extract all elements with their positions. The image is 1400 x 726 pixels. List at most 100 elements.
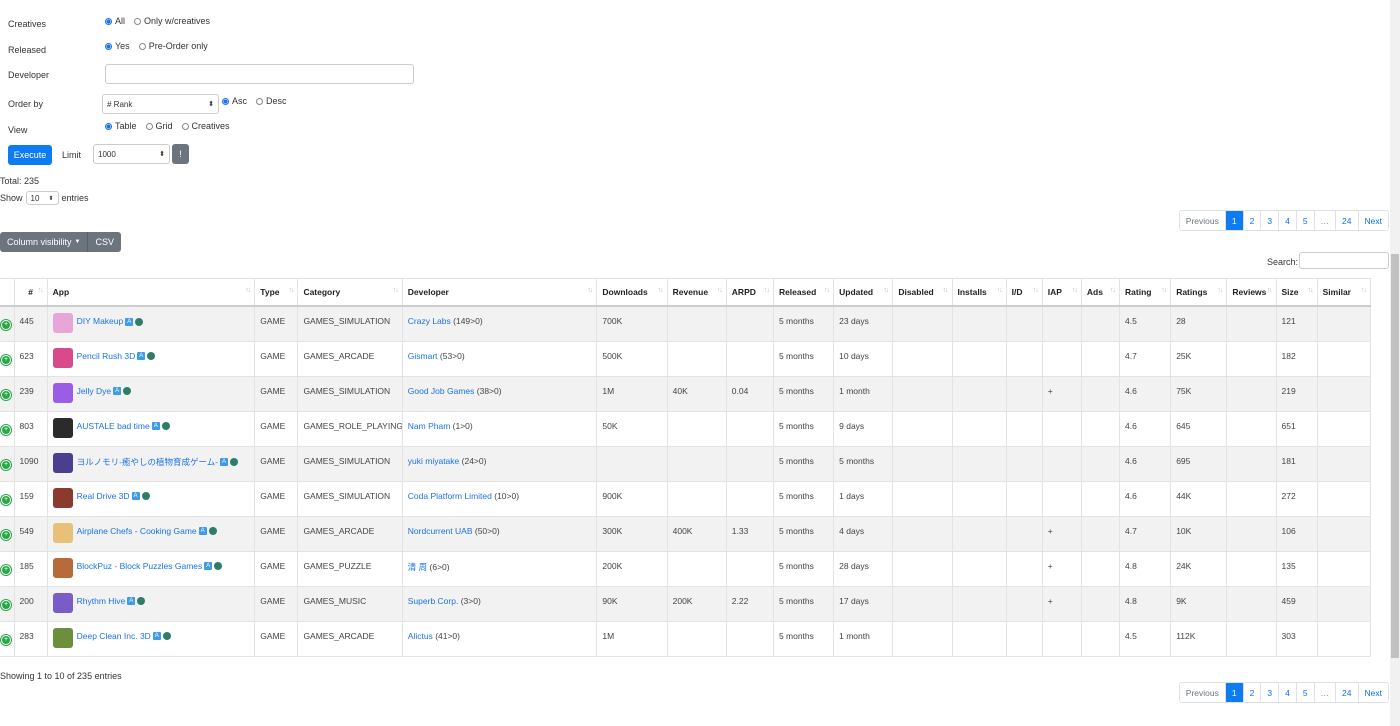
google-play-icon[interactable] xyxy=(135,317,144,326)
table-row[interactable]: +200 Rhythm Hive A GAME GAMES_MUSIC Superb Co… xyxy=(0,586,1372,622)
expand-plus-icon[interactable]: + xyxy=(2,425,10,434)
app-link[interactable]: DIY Makeup xyxy=(77,316,124,326)
app-link[interactable]: ヨルノモリ-癒やしの植物育成ゲーム- xyxy=(77,457,218,467)
app-link[interactable]: Airplane Chefs - Cooking Game xyxy=(77,526,197,536)
col-header-arpd[interactable]: ARPD ↑↓ xyxy=(726,278,774,307)
col-header-ads[interactable]: Ads ↑↓ xyxy=(1081,278,1121,307)
view-creatives-option[interactable]: Creatives xyxy=(181,121,230,131)
developer-link[interactable]: 清 周 xyxy=(408,562,427,572)
table-row[interactable]: +1090 ヨルノモリ-癒やしの植物育成ゲーム- A GAME GAMES_SIMULA… xyxy=(0,446,1372,482)
info-button[interactable]: ! xyxy=(172,144,189,164)
pagination-previous[interactable]: Previous xyxy=(1180,211,1225,230)
pagination-page-5[interactable]: 5 xyxy=(1295,211,1314,230)
app-link[interactable]: Jelly Dye xyxy=(77,386,111,396)
app-thumbnail[interactable] xyxy=(52,347,73,368)
pagination-page-2[interactable]: 2 xyxy=(1242,683,1261,702)
expand-plus-icon[interactable]: + xyxy=(2,495,10,504)
released-preorder-option[interactable]: Pre-Order only xyxy=(138,41,208,51)
col-header-reviews[interactable]: Reviews ↑↓ xyxy=(1226,278,1277,307)
table-row[interactable]: +239 Jelly Dye A GAME GAMES_SIMULATION Good J… xyxy=(0,376,1372,412)
app-thumbnail[interactable] xyxy=(52,382,73,403)
app-link[interactable]: AUSTALE bad time xyxy=(77,421,150,431)
developer-link[interactable]: Nam Pham xyxy=(408,421,451,431)
pagination-page-3[interactable]: 3 xyxy=(1260,683,1278,702)
table-row[interactable]: +803 AUSTALE bad time A GAME GAMES_ROLE_PLAY… xyxy=(0,411,1372,447)
developer-link[interactable]: yuki miyatake xyxy=(408,456,460,466)
search-input[interactable] xyxy=(1299,252,1389,269)
view-table-option[interactable]: Table xyxy=(105,121,137,131)
table-row[interactable]: +185 BlockPuz - Block Puzzles Games A GAME G… xyxy=(0,551,1372,587)
pagination-page-5[interactable]: 5 xyxy=(1295,683,1314,702)
col-header-developer[interactable]: Developer ↑↓ xyxy=(402,278,598,307)
col-header-iap[interactable]: IAP ↑↓ xyxy=(1042,278,1082,307)
col-header-released[interactable]: Released ↑↓ xyxy=(773,278,835,307)
released-yes-option[interactable]: Yes xyxy=(105,41,130,51)
order-desc-option[interactable]: Desc xyxy=(256,96,287,106)
expand-plus-icon[interactable]: + xyxy=(2,321,10,329)
developer-link[interactable]: Crazy Labs xyxy=(408,316,451,326)
developer-link[interactable]: Coda Platform Limited xyxy=(408,491,492,501)
pagination-page-4[interactable]: 4 xyxy=(1278,211,1296,230)
pagination-next[interactable]: Next xyxy=(1357,211,1388,230)
col-header-size[interactable]: Size ↑↓ xyxy=(1276,278,1318,307)
app-thumbnail[interactable] xyxy=(52,313,73,333)
expand-plus-icon[interactable]: + xyxy=(2,565,10,574)
app-store-icon[interactable]: A xyxy=(151,422,160,431)
app-thumbnail[interactable] xyxy=(52,627,73,648)
page-length-select[interactable]: 10 ⬍ xyxy=(25,191,59,205)
table-row[interactable]: +159 Real Drive 3D A GAME GAMES_SIMULATION Co… xyxy=(0,481,1372,517)
table-row[interactable]: +445 DIY Makeup A GAME GAMES_SIMULATION Crazy… xyxy=(0,306,1372,342)
app-store-icon[interactable]: A xyxy=(220,458,229,467)
expand-plus-icon[interactable]: + xyxy=(2,355,10,364)
execute-button[interactable]: Execute xyxy=(8,145,52,165)
google-play-icon[interactable] xyxy=(141,492,150,501)
google-play-icon[interactable] xyxy=(208,527,217,536)
developer-input[interactable] xyxy=(105,64,414,84)
app-store-icon[interactable]: A xyxy=(152,632,161,641)
app-thumbnail[interactable] xyxy=(52,487,73,508)
app-store-icon[interactable]: A xyxy=(127,597,136,606)
google-play-icon[interactable] xyxy=(147,352,156,361)
app-link[interactable]: Rhythm Hive xyxy=(77,596,126,606)
col-header-i-d[interactable]: I/D ↑↓ xyxy=(1006,278,1043,307)
app-thumbnail[interactable] xyxy=(52,592,73,613)
google-play-icon[interactable] xyxy=(214,562,223,571)
developer-link[interactable]: Gismart xyxy=(408,351,438,361)
pagination-previous[interactable]: Previous xyxy=(1180,683,1225,702)
expand-plus-icon[interactable]: + xyxy=(2,635,10,644)
col-header-category[interactable]: Category ↑↓ xyxy=(297,278,403,307)
app-store-icon[interactable]: A xyxy=(131,492,140,501)
column-visibility-button[interactable]: Column visibility ▼ xyxy=(0,232,89,252)
pagination-page-3[interactable]: 3 xyxy=(1260,211,1278,230)
table-row[interactable]: +283 Deep Clean Inc. 3D A GAME GAMES_ARCADE A… xyxy=(0,621,1372,657)
app-thumbnail[interactable] xyxy=(52,452,73,473)
limit-select[interactable]: 1000 ⬍ xyxy=(93,144,170,164)
page-scrollbar[interactable] xyxy=(1390,0,1400,726)
developer-link[interactable]: Good Job Games xyxy=(408,386,475,396)
order-asc-option[interactable]: Asc xyxy=(222,96,247,106)
app-link[interactable]: Real Drive 3D xyxy=(77,491,130,501)
col-header-ratings[interactable]: Ratings ↑↓ xyxy=(1170,278,1228,307)
pagination-page-1[interactable]: 1 xyxy=(1224,211,1243,230)
app-thumbnail[interactable] xyxy=(52,557,73,578)
app-link[interactable]: Deep Clean Inc. 3D xyxy=(77,631,151,641)
pagination-next[interactable]: Next xyxy=(1357,683,1388,702)
expand-plus-icon[interactable]: + xyxy=(2,390,10,399)
expand-plus-icon[interactable]: + xyxy=(2,530,10,539)
app-thumbnail[interactable] xyxy=(52,417,73,438)
pagination-page-24[interactable]: 24 xyxy=(1335,211,1357,230)
col-header-revenue[interactable]: Revenue ↑↓ xyxy=(667,278,727,307)
developer-link[interactable]: Alictus xyxy=(408,631,433,641)
developer-link[interactable]: Nordcurrent UAB xyxy=(408,526,473,536)
table-row[interactable]: +623 Pencil Rush 3D A GAME GAMES_ARCADE Gisma… xyxy=(0,341,1372,377)
creatives-only-option[interactable]: Only w/creatives xyxy=(134,16,210,26)
scrollbar-thumb[interactable] xyxy=(1391,254,1399,658)
app-store-icon[interactable]: A xyxy=(198,527,207,536)
order-by-select[interactable]: # Rank ⬍ xyxy=(102,94,219,114)
app-store-icon[interactable]: A xyxy=(204,562,213,571)
col-header-[interactable]: # ↑↓ xyxy=(14,278,48,307)
expand-plus-icon[interactable]: + xyxy=(2,460,10,469)
app-thumbnail[interactable] xyxy=(52,522,73,543)
google-play-icon[interactable] xyxy=(161,422,170,431)
csv-button[interactable]: CSV xyxy=(88,232,121,252)
